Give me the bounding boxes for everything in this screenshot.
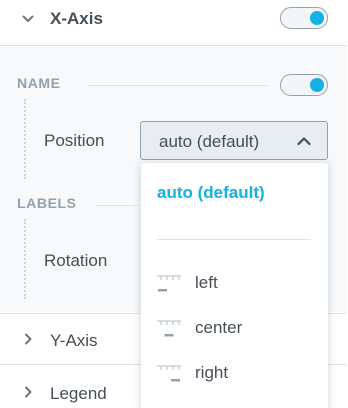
x-axis-toggle[interactable] <box>280 7 328 29</box>
dropdown-option-left[interactable]: left <box>141 263 328 303</box>
x-axis-title: X-Axis <box>50 9 103 28</box>
dropdown-option-right[interactable]: right <box>141 353 328 393</box>
name-group-guide <box>24 99 26 179</box>
chevron-right-icon <box>25 333 32 345</box>
labels-group-guide <box>24 219 26 299</box>
name-toggle[interactable] <box>280 74 328 96</box>
legend-title: Legend <box>50 384 107 403</box>
position-select[interactable]: auto (default) <box>140 121 328 160</box>
dropdown-option-label: right <box>195 363 229 382</box>
dropdown-option-center[interactable]: center <box>141 308 328 348</box>
labels-group-label: LABELS <box>17 195 77 211</box>
chevron-down-icon <box>22 15 34 22</box>
chevron-right-icon <box>25 386 32 398</box>
align-center-icon <box>157 320 181 337</box>
dropdown-separator <box>157 239 311 240</box>
dropdown-option-label: center <box>195 318 243 337</box>
name-group-label: NAME <box>17 75 61 91</box>
position-label: Position <box>44 131 105 150</box>
name-group-divider <box>88 85 268 86</box>
position-dropdown-menu: auto (default) left center right <box>141 163 328 408</box>
labels-group-divider <box>96 205 138 206</box>
dropdown-option-label: left <box>195 273 218 292</box>
chevron-up-icon <box>297 137 311 146</box>
dropdown-option-auto[interactable]: auto (default) <box>157 183 265 203</box>
position-select-value: auto (default) <box>159 132 260 151</box>
toggle-knob <box>310 11 324 25</box>
toggle-knob <box>310 78 324 92</box>
align-right-icon <box>157 365 181 382</box>
x-axis-section-header[interactable]: X-Axis <box>0 0 346 46</box>
align-left-icon <box>157 275 181 292</box>
rotation-label: Rotation <box>44 251 108 270</box>
y-axis-title: Y-Axis <box>50 331 98 350</box>
